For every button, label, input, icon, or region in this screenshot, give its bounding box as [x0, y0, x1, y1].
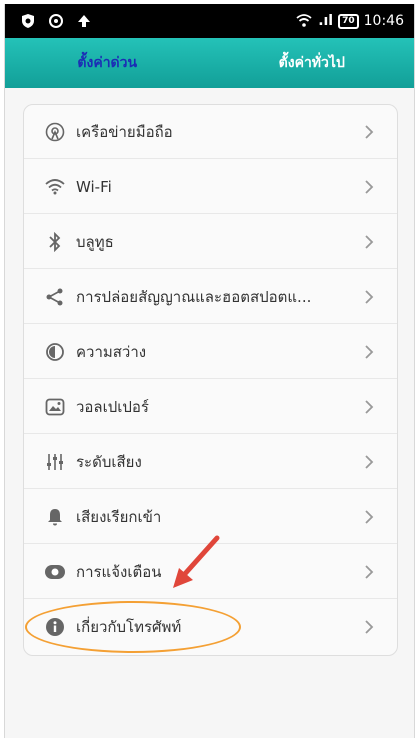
- setting-brightness[interactable]: ความสว่าง: [24, 325, 397, 379]
- chevron-right-icon: [365, 455, 374, 469]
- info-icon: [44, 616, 66, 638]
- setting-mobile-network[interactable]: เครือข่ายมือถือ: [24, 105, 397, 159]
- chevron-right-icon: [365, 620, 374, 634]
- chevron-right-icon: [365, 400, 374, 414]
- chevron-right-icon: [365, 125, 374, 139]
- setting-wallpaper[interactable]: วอลเปเปอร์: [24, 380, 397, 434]
- setting-label: เครือข่ายมือถือ: [76, 122, 173, 141]
- phone-screen: .ıl 70 10:46 ตั้งค่าด่วน ตั้งค่าทั่วไป เ…: [4, 4, 415, 738]
- chevron-right-icon: [365, 235, 374, 249]
- status-bar: .ıl 70 10:46: [5, 4, 414, 38]
- setting-label: การปล่อยสัญญาณและฮอตสปอตแ...: [76, 287, 312, 306]
- setting-tethering-hotspot[interactable]: การปล่อยสัญญาณและฮอตสปอตแ...: [24, 270, 397, 324]
- share-icon: [44, 286, 66, 308]
- setting-volume[interactable]: ระดับเสียง: [24, 435, 397, 489]
- tab-quick-settings[interactable]: ตั้งค่าด่วน: [5, 38, 210, 88]
- bell-icon: [44, 506, 66, 528]
- wallpaper-icon: [44, 396, 66, 418]
- notification-icon: [44, 561, 66, 583]
- mobile-network-icon: [44, 121, 66, 143]
- status-time: 10:46: [363, 13, 404, 29]
- chevron-right-icon: [365, 290, 374, 304]
- battery-indicator: 70: [338, 13, 359, 29]
- setting-label: วอลเปเปอร์: [76, 397, 149, 416]
- setting-label: ความสว่าง: [76, 342, 147, 361]
- setting-ringtone[interactable]: เสียงเรียกเข้า: [24, 490, 397, 544]
- setting-label: เสียงเรียกเข้า: [76, 507, 162, 526]
- signal-strength: .ıl: [318, 13, 334, 29]
- volume-sliders-icon: [44, 451, 66, 473]
- setting-label: เกี่ยวกับโทรศัพท์: [76, 618, 182, 636]
- setting-label: ระดับเสียง: [76, 452, 142, 471]
- setting-label: การแจ้งเตือน: [76, 562, 162, 581]
- brightness-icon: [44, 341, 66, 363]
- wifi-status-icon: [295, 12, 313, 30]
- setting-about-phone[interactable]: เกี่ยวกับโทรศัพท์: [24, 600, 397, 654]
- setting-wifi[interactable]: Wi-Fi: [24, 160, 397, 214]
- setting-bluetooth[interactable]: บลูทูธ: [24, 215, 397, 269]
- shield-icon: [19, 12, 37, 30]
- tab-general-settings[interactable]: ตั้งค่าทั่วไป: [210, 38, 415, 88]
- upload-arrow-icon: [75, 12, 93, 30]
- bluetooth-icon: [44, 231, 66, 253]
- wifi-icon: [44, 176, 66, 198]
- setting-label: Wi-Fi: [76, 177, 112, 196]
- tab-bar: ตั้งค่าด่วน ตั้งค่าทั่วไป: [5, 38, 414, 88]
- chevron-right-icon: [365, 510, 374, 524]
- chevron-right-icon: [365, 180, 374, 194]
- sync-icon: [47, 12, 65, 30]
- settings-card: เครือข่ายมือถือ Wi-Fi บลูทูธ การปล่อยสัญ…: [23, 104, 398, 656]
- setting-label: บลูทูธ: [76, 232, 114, 251]
- chevron-right-icon: [365, 565, 374, 579]
- chevron-right-icon: [365, 345, 374, 359]
- setting-notifications[interactable]: การแจ้งเตือน: [24, 545, 397, 599]
